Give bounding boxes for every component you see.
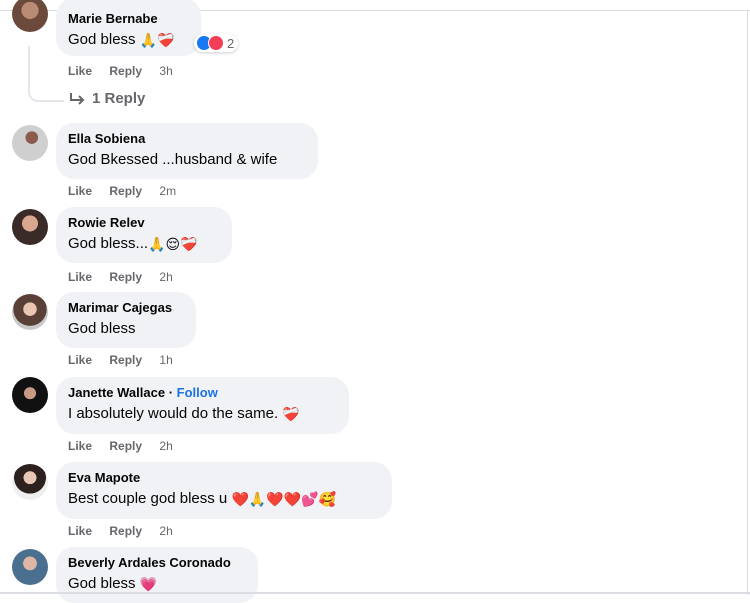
comment-body: Best couple god bless u xyxy=(68,490,228,507)
avatar[interactable] xyxy=(12,294,48,330)
like-link[interactable]: Like xyxy=(68,64,92,78)
comment-actions: Like Reply 1h xyxy=(68,353,187,367)
comment-actions: Like Reply 2h xyxy=(68,524,187,538)
comment-timestamp[interactable]: 1h xyxy=(159,353,172,367)
avatar[interactable] xyxy=(12,0,48,32)
view-replies-button[interactable]: 1 Reply xyxy=(68,90,145,107)
comment-actions: Like Reply 2m xyxy=(68,184,190,198)
reply-link[interactable]: Reply xyxy=(109,184,142,198)
reply-link[interactable]: Reply xyxy=(109,439,142,453)
comment-body: God bless xyxy=(68,575,136,592)
comment-text: God bless 💗 xyxy=(68,574,246,594)
avatar[interactable] xyxy=(12,209,48,245)
comment-text: God bless xyxy=(68,319,184,339)
reaction-summary[interactable]: 2 xyxy=(194,34,239,52)
comment-bubble: Marie Bernabe God bless 🙏❤️‍🩹 xyxy=(56,0,201,56)
comment-body: I absolutely would do the same. xyxy=(68,405,279,422)
name-separator: · xyxy=(168,385,174,400)
comment-actions: Like Reply 2h xyxy=(68,270,187,284)
comment-body: God Bkessed ...husband & wife xyxy=(68,151,278,168)
comment-author-row: Janette Wallace · Follow xyxy=(68,384,337,401)
reply-link[interactable]: Reply xyxy=(109,270,142,284)
comment-bubble: Rowie Relev God bless...🙏😌❤️‍🩹 xyxy=(56,207,232,263)
comment-body: God bless xyxy=(68,320,136,337)
bottom-divider xyxy=(0,592,750,594)
like-link[interactable]: Like xyxy=(68,353,92,367)
comment-emoji: ❤️🙏❤️❤️💕🥰 xyxy=(231,491,337,507)
comment-author[interactable]: Ella Sobiena xyxy=(68,130,306,147)
comment-timestamp[interactable]: 2h xyxy=(159,270,172,284)
reply-thread-line xyxy=(28,46,64,102)
comment-text: God bless...🙏😌❤️‍🩹 xyxy=(68,234,220,254)
comment-emoji: 🙏❤️‍🩹 xyxy=(139,32,175,48)
reply-link[interactable]: Reply xyxy=(109,524,142,538)
comment-bubble: Eva Mapote Best couple god bless u ❤️🙏❤️… xyxy=(56,462,392,519)
comment-text: God Bkessed ...husband & wife xyxy=(68,150,306,170)
comment-author[interactable]: Eva Mapote xyxy=(68,469,380,486)
right-divider xyxy=(747,10,748,595)
like-link[interactable]: Like xyxy=(68,270,92,284)
comment-bubble: Ella Sobiena God Bkessed ...husband & wi… xyxy=(56,123,318,179)
reaction-count: 2 xyxy=(227,35,235,51)
like-link[interactable]: Like xyxy=(68,184,92,198)
like-link[interactable]: Like xyxy=(68,439,92,453)
reply-link[interactable]: Reply xyxy=(109,353,142,367)
comment-body: God bless... xyxy=(68,235,149,252)
comment-author[interactable]: Beverly Ardales Coronado xyxy=(68,554,246,571)
comment-author[interactable]: Marimar Cajegas xyxy=(68,299,184,316)
view-replies-label: 1 Reply xyxy=(92,90,146,107)
love-reaction-icon xyxy=(208,35,224,51)
comment-timestamp[interactable]: 2h xyxy=(159,524,172,538)
comment-text: Best couple god bless u ❤️🙏❤️❤️💕🥰 xyxy=(68,489,380,509)
comment-body: God bless xyxy=(68,31,136,48)
comment-timestamp[interactable]: 2h xyxy=(159,439,172,453)
comment-author[interactable]: Janette Wallace xyxy=(68,385,165,400)
comment-emoji: 💗 xyxy=(139,576,158,592)
comment-emoji: 🙏😌❤️‍🩹 xyxy=(148,236,198,252)
comment-bubble: Janette Wallace · Follow I absolutely wo… xyxy=(56,377,349,434)
like-link[interactable]: Like xyxy=(68,524,92,538)
comment-author[interactable]: Rowie Relev xyxy=(68,214,220,231)
reply-arrow-icon xyxy=(70,92,85,105)
comment-actions: Like Reply 2h xyxy=(68,439,187,453)
comment-emoji: ❤️‍🩹 xyxy=(282,406,300,422)
comment-text: I absolutely would do the same. ❤️‍🩹 xyxy=(68,404,337,424)
avatar[interactable] xyxy=(12,549,48,585)
comment-timestamp[interactable]: 3h xyxy=(159,64,172,78)
avatar[interactable] xyxy=(12,377,48,413)
reply-link[interactable]: Reply xyxy=(109,64,142,78)
follow-button[interactable]: Follow xyxy=(177,385,218,400)
comment-timestamp[interactable]: 2m xyxy=(159,184,176,198)
avatar[interactable] xyxy=(12,464,48,500)
comment-actions: Like Reply 3h xyxy=(68,64,187,78)
comment-author[interactable]: Marie Bernabe xyxy=(68,10,189,27)
comment-bubble: Marimar Cajegas God bless xyxy=(56,292,196,348)
avatar[interactable] xyxy=(12,125,48,161)
comment-text: God bless 🙏❤️‍🩹 xyxy=(68,30,189,50)
